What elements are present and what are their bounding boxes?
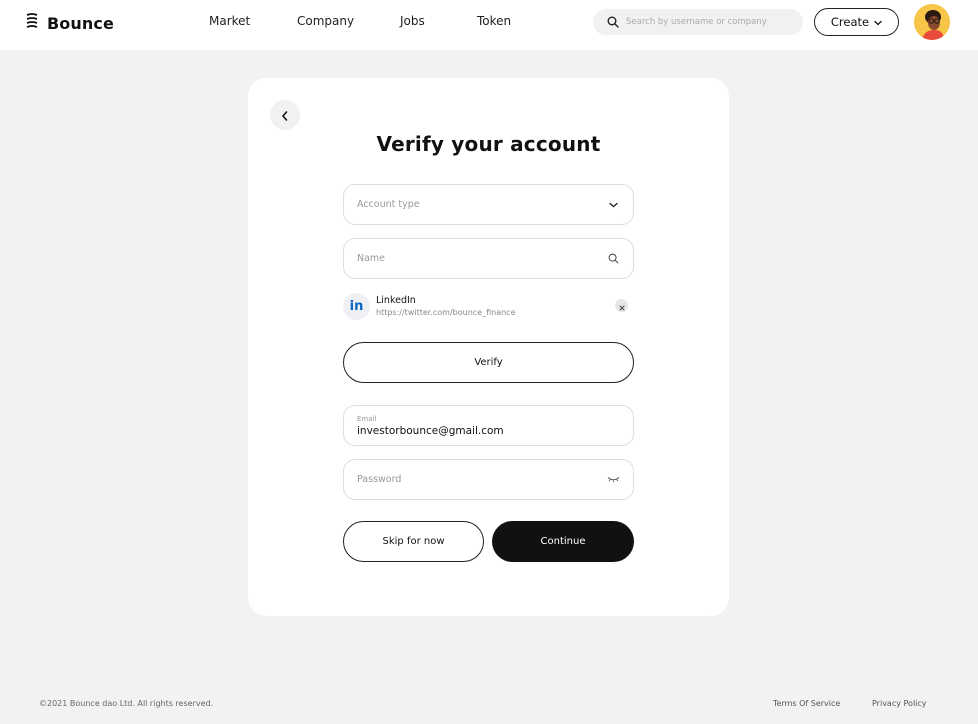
remove-linked-account-button[interactable] [615,299,628,312]
bounce-logo-icon [25,12,39,34]
nav-market[interactable]: Market [209,14,250,28]
page-title: Verify your account [376,132,601,156]
privacy-link[interactable]: Privacy Policy [872,699,927,708]
search-icon [607,13,619,32]
logo[interactable]: Bounce [25,12,114,34]
linked-account-row: in LinkedIn https://twitter.com/bounce_f… [343,292,634,322]
continue-label: Continue [540,536,586,547]
linkedin-icon: in [343,293,370,320]
logo-text: Bounce [47,13,114,33]
chevron-down-icon [606,198,620,212]
back-button[interactable] [270,100,300,130]
linked-account-url: https://twitter.com/bounce_finance [376,308,516,317]
eye-closed-icon[interactable] [606,473,620,487]
top-nav-bar: Bounce Market Company Jobs Token Create [0,0,978,50]
skip-label: Skip for now [382,536,445,547]
close-icon [619,296,625,315]
search-bar[interactable] [593,9,803,35]
create-label: Create [830,15,870,29]
verify-label: Verify [474,357,503,368]
nav-jobs[interactable]: Jobs [400,14,425,28]
skip-button[interactable]: Skip for now [343,521,484,562]
nav-token[interactable]: Token [477,14,511,28]
linked-account-name: LinkedIn [376,295,416,306]
email-value: investorbounce@gmail.com [357,424,504,437]
chevron-down-icon [874,15,882,29]
verify-card: Verify your account Account type Name in… [248,78,729,616]
name-placeholder: Name [357,253,386,264]
account-type-select[interactable]: Account type [343,184,634,225]
create-button[interactable]: Create [814,8,899,36]
chevron-left-icon [281,106,289,125]
verify-button[interactable]: Verify [343,342,634,383]
user-avatar-icon [914,4,950,40]
account-type-placeholder: Account type [357,199,420,210]
password-field[interactable]: Password [343,459,634,500]
avatar[interactable] [914,4,950,40]
continue-button[interactable]: Continue [492,521,634,562]
password-placeholder: Password [357,474,402,485]
nav-company[interactable]: Company [297,14,354,28]
name-field[interactable]: Name [343,238,634,279]
footer-copyright: ©2021 Bounce dao Ltd. All rights reserve… [39,699,214,708]
email-label: Email [357,414,377,423]
terms-link[interactable]: Terms Of Service [773,699,840,708]
email-field[interactable]: Email investorbounce@gmail.com [343,405,634,446]
search-icon [606,252,620,266]
search-input[interactable] [626,17,796,27]
